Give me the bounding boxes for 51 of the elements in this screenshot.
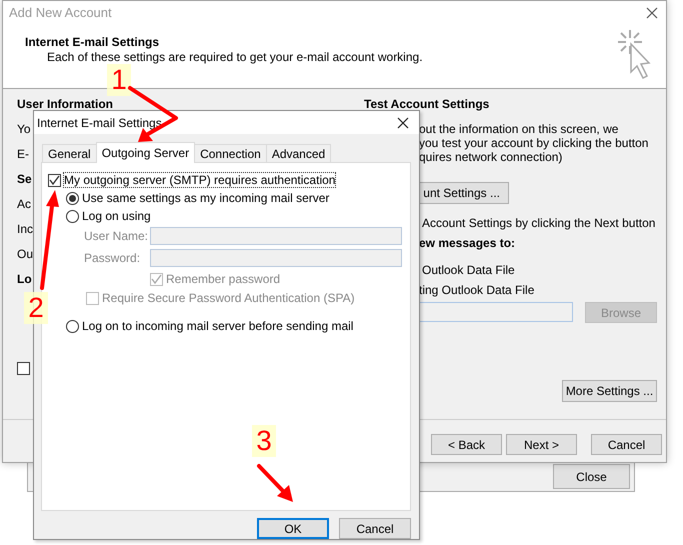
close-button[interactable]: Close [553, 464, 630, 489]
label-fragment: E- [17, 148, 29, 161]
label-fragment: Inc [17, 223, 34, 236]
option-label[interactable]: ting Outlook Data File [419, 283, 534, 297]
more-settings-button[interactable]: More Settings ... [562, 380, 657, 402]
checkbox[interactable] [48, 174, 61, 186]
tab[interactable]: General [42, 144, 97, 162]
checkbox-label: My outgoing server (SMTP) requires authentication [64, 173, 336, 187]
checkbox-label: Require Secure Password Authentication (SPA) [102, 291, 355, 305]
dialog-button[interactable]: Cancel [339, 518, 411, 539]
tab[interactable]: Outgoing Server [96, 142, 196, 163]
arrow [257, 464, 293, 502]
dialog-title: Internet E-mail Settings [37, 116, 162, 130]
header-subtitle: Each of these settings are required to get your e-mail account working. [47, 50, 423, 64]
close-icon[interactable] [646, 6, 658, 18]
description-text: out the information on this screen, we you test your account by clicking the button quires network connection) [419, 122, 648, 164]
radio-button[interactable] [66, 192, 79, 204]
label-fragment: User Information [17, 98, 114, 111]
footer-button[interactable]: Cancel [591, 434, 662, 455]
radio-label: Use same settings as my incoming mail server [82, 191, 330, 205]
check-icon [151, 274, 162, 284]
label-fragment: Se [17, 173, 32, 186]
note-text: Account Settings by clicking the Next button [422, 216, 656, 230]
label-fragment: Yo [17, 123, 31, 136]
checkbox-label: Remember password [166, 272, 280, 286]
cursor-sparkle-icon [616, 28, 652, 80]
label-fragment: Lo [17, 273, 32, 286]
radio-button[interactable] [66, 320, 79, 332]
dialog-button[interactable]: OK [257, 518, 329, 539]
radio-label: Log on using [82, 209, 151, 223]
radio-button[interactable] [66, 210, 79, 222]
field-label: Password: [84, 251, 142, 265]
step-number: 1 [107, 64, 131, 96]
tab[interactable]: Advanced [266, 144, 332, 162]
header-title: Internet E-mail Settings [25, 35, 160, 49]
radio-label: Log on to incoming mail server before sending mail [82, 319, 354, 333]
step-number: 3 [252, 425, 276, 457]
window-title: Add New Account [9, 5, 112, 20]
check-icon [49, 174, 60, 186]
footer-button[interactable]: Next > [506, 434, 577, 455]
label-fragment: Ou [17, 248, 34, 261]
step-number: 2 [24, 292, 48, 324]
footer-button[interactable]: < Back [431, 434, 502, 455]
option-label[interactable]: Outlook Data File [422, 263, 515, 277]
label-fragment: Ac [17, 198, 32, 211]
close-icon[interactable] [397, 116, 409, 128]
checkbox[interactable] [17, 362, 30, 375]
test-settings-button[interactable]: unt Settings ... [419, 182, 509, 204]
field-label: User Name: [84, 229, 150, 243]
section-heading: ew messages to: [419, 236, 516, 250]
section-heading: Test Account Settings [364, 98, 490, 113]
